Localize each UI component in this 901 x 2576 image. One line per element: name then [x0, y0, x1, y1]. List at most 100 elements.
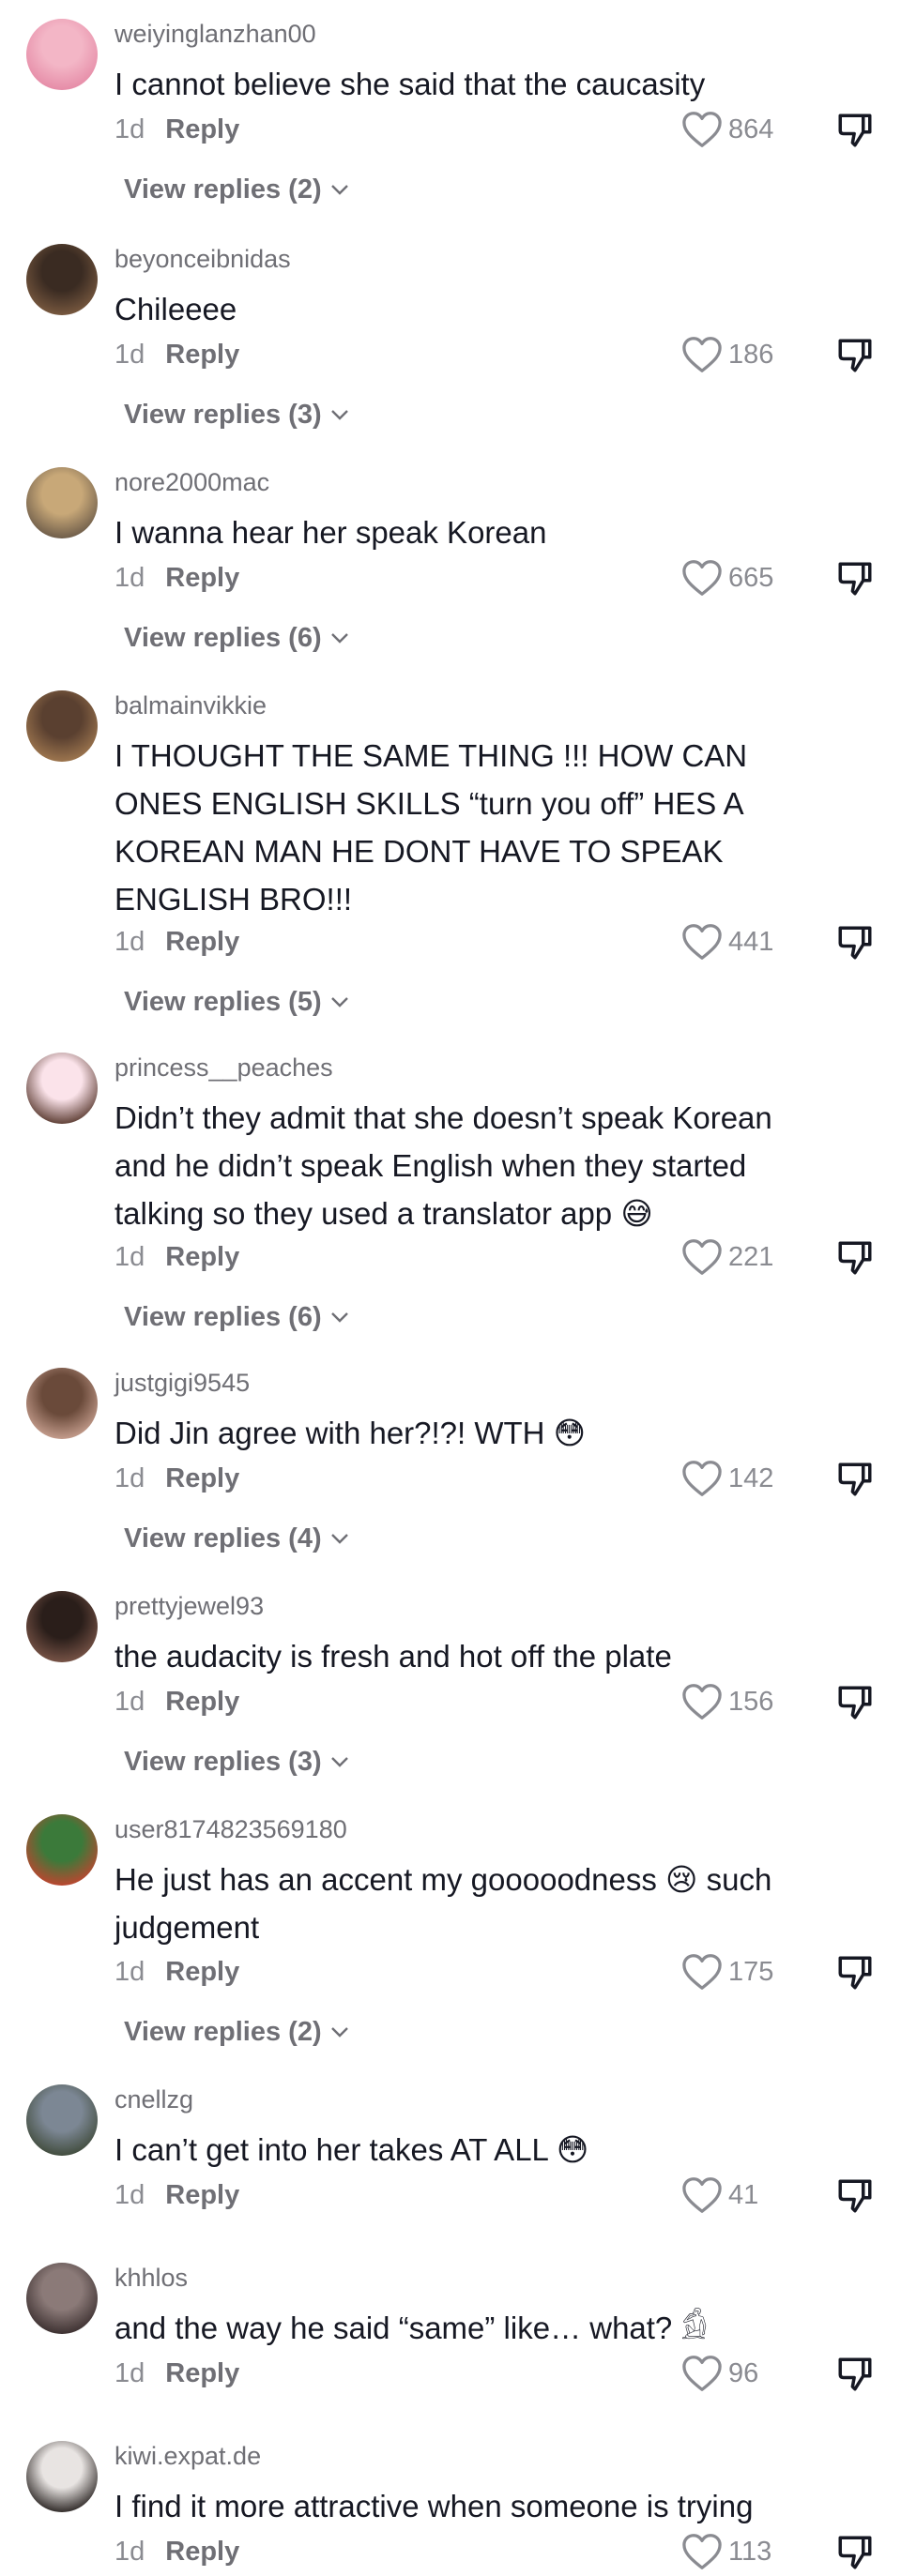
- dislike-icon[interactable]: [835, 1683, 875, 1722]
- view-replies-button[interactable]: View replies (4): [124, 1520, 350, 1557]
- comment-age: 1d: [115, 340, 145, 370]
- chevron-down-icon: [330, 633, 348, 644]
- reply-button[interactable]: Reply: [165, 2358, 239, 2388]
- comment-username[interactable]: cnellzg: [115, 2081, 193, 2118]
- avatar[interactable]: [26, 1368, 98, 1439]
- comment-username[interactable]: weiyinglanzhan00: [115, 15, 316, 53]
- comment-username[interactable]: kiwi.expat.de: [115, 2437, 261, 2475]
- view-replies-label: View replies (2): [124, 174, 322, 205]
- comment-age: 1d: [115, 1242, 145, 1272]
- comment-username[interactable]: beyonceibnidas: [115, 240, 291, 278]
- comment-text: Did Jin agree with her?!?! WTH 😳: [115, 1416, 587, 1450]
- like-button[interactable]: 665: [681, 557, 773, 599]
- dislike-icon[interactable]: [835, 923, 875, 962]
- comment-text: I find it more attractive when someone i…: [115, 2489, 754, 2523]
- like-button[interactable]: 186: [681, 334, 773, 375]
- comment-meta: 1d Reply: [115, 1238, 239, 1276]
- comment-meta: 1d Reply: [115, 336, 239, 373]
- comment-text: Didn’t they admit that she doesn’t speak…: [115, 1100, 772, 1231]
- dislike-icon[interactable]: [835, 1238, 875, 1278]
- dislike-icon[interactable]: [835, 336, 875, 375]
- avatar[interactable]: [26, 244, 98, 315]
- like-button[interactable]: 864: [681, 109, 773, 150]
- view-replies-button[interactable]: View replies (2): [124, 171, 350, 208]
- reply-button[interactable]: Reply: [165, 563, 239, 593]
- dislike-icon[interactable]: [835, 2533, 875, 2572]
- comment-meta: 1d Reply: [115, 559, 239, 597]
- view-replies-button[interactable]: View replies (3): [124, 396, 350, 433]
- view-replies-button[interactable]: View replies (5): [124, 983, 350, 1021]
- comment-text: I cannot believe she said that the cauca…: [115, 67, 706, 101]
- chevron-down-icon: [330, 1312, 348, 1323]
- view-replies-button[interactable]: View replies (2): [124, 2013, 350, 2051]
- reply-button[interactable]: Reply: [165, 2180, 239, 2210]
- comment-age: 1d: [115, 1957, 145, 1987]
- reply-button[interactable]: Reply: [165, 1687, 239, 1717]
- view-replies-button[interactable]: View replies (6): [124, 619, 350, 657]
- reply-button[interactable]: Reply: [165, 2537, 239, 2567]
- dislike-icon[interactable]: [835, 559, 875, 599]
- dislike-icon[interactable]: [835, 2355, 875, 2394]
- view-replies-button[interactable]: View replies (6): [124, 1298, 350, 1336]
- comment-meta: 1d Reply: [115, 923, 239, 961]
- dislike-icon[interactable]: [835, 111, 875, 150]
- heart-icon: [682, 560, 722, 596]
- reply-button[interactable]: Reply: [165, 1242, 239, 1272]
- comment-text: I can’t get into her takes AT ALL 😳: [115, 2132, 589, 2167]
- comment-age: 1d: [115, 114, 145, 144]
- reply-button[interactable]: Reply: [165, 340, 239, 370]
- heart-icon: [682, 337, 722, 372]
- avatar[interactable]: [26, 467, 98, 538]
- comment-text: I wanna hear her speak Korean: [115, 515, 547, 550]
- avatar[interactable]: [26, 1814, 98, 1886]
- comment-meta: 1d Reply: [115, 2533, 239, 2570]
- comment-age: 1d: [115, 927, 145, 957]
- like-button[interactable]: 113: [681, 2531, 771, 2572]
- avatar[interactable]: [26, 19, 98, 90]
- comment-username[interactable]: justgigi9545: [115, 1364, 250, 1402]
- avatar[interactable]: [26, 2084, 98, 2156]
- like-count: 41: [728, 2179, 759, 2210]
- chevron-down-icon: [330, 410, 348, 420]
- view-replies-button[interactable]: View replies (3): [124, 1743, 350, 1780]
- comment-meta: 1d Reply: [115, 2355, 239, 2392]
- reply-button[interactable]: Reply: [165, 1957, 239, 1987]
- avatar[interactable]: [26, 690, 98, 762]
- avatar[interactable]: [26, 2441, 98, 2512]
- comment-age: 1d: [115, 563, 145, 593]
- comment-meta: 1d Reply: [115, 1683, 239, 1720]
- like-button[interactable]: 96: [681, 2353, 758, 2394]
- dislike-icon[interactable]: [835, 1460, 875, 1499]
- heart-icon: [682, 2356, 722, 2391]
- like-button[interactable]: 41: [681, 2174, 758, 2216]
- view-replies-label: View replies (6): [124, 623, 322, 653]
- like-count: 156: [728, 1686, 774, 1717]
- comment-username[interactable]: prettyjewel93: [115, 1587, 264, 1625]
- like-button[interactable]: 441: [681, 921, 773, 962]
- dislike-icon[interactable]: [835, 2176, 875, 2216]
- comment-username[interactable]: nore2000mac: [115, 463, 269, 501]
- comment-text: the audacity is fresh and hot off the pl…: [115, 1639, 672, 1674]
- reply-button[interactable]: Reply: [165, 927, 239, 957]
- like-button[interactable]: 221: [681, 1236, 773, 1278]
- comment-username[interactable]: balmainvikkie: [115, 687, 267, 724]
- like-button[interactable]: 175: [681, 1951, 773, 1993]
- avatar[interactable]: [26, 1591, 98, 1662]
- chevron-down-icon: [330, 185, 348, 195]
- like-button[interactable]: 142: [681, 1458, 773, 1499]
- heart-icon: [682, 1684, 722, 1720]
- chevron-down-icon: [330, 1757, 348, 1767]
- reply-button[interactable]: Reply: [165, 1463, 239, 1493]
- dislike-icon[interactable]: [835, 1953, 875, 1993]
- avatar[interactable]: [26, 2263, 98, 2334]
- reply-button[interactable]: Reply: [165, 114, 239, 144]
- like-button[interactable]: 156: [681, 1681, 773, 1722]
- comment-username[interactable]: user8174823569180: [115, 1811, 347, 1848]
- like-count: 864: [728, 114, 774, 144]
- heart-icon: [682, 112, 722, 147]
- view-replies-label: View replies (3): [124, 1747, 322, 1777]
- comment-username[interactable]: princess__peaches: [115, 1049, 333, 1086]
- avatar[interactable]: [26, 1053, 98, 1124]
- comment-username[interactable]: khhlos: [115, 2259, 188, 2296]
- comment-text: He just has an accent my gooooodness 😢 s…: [115, 1862, 772, 1945]
